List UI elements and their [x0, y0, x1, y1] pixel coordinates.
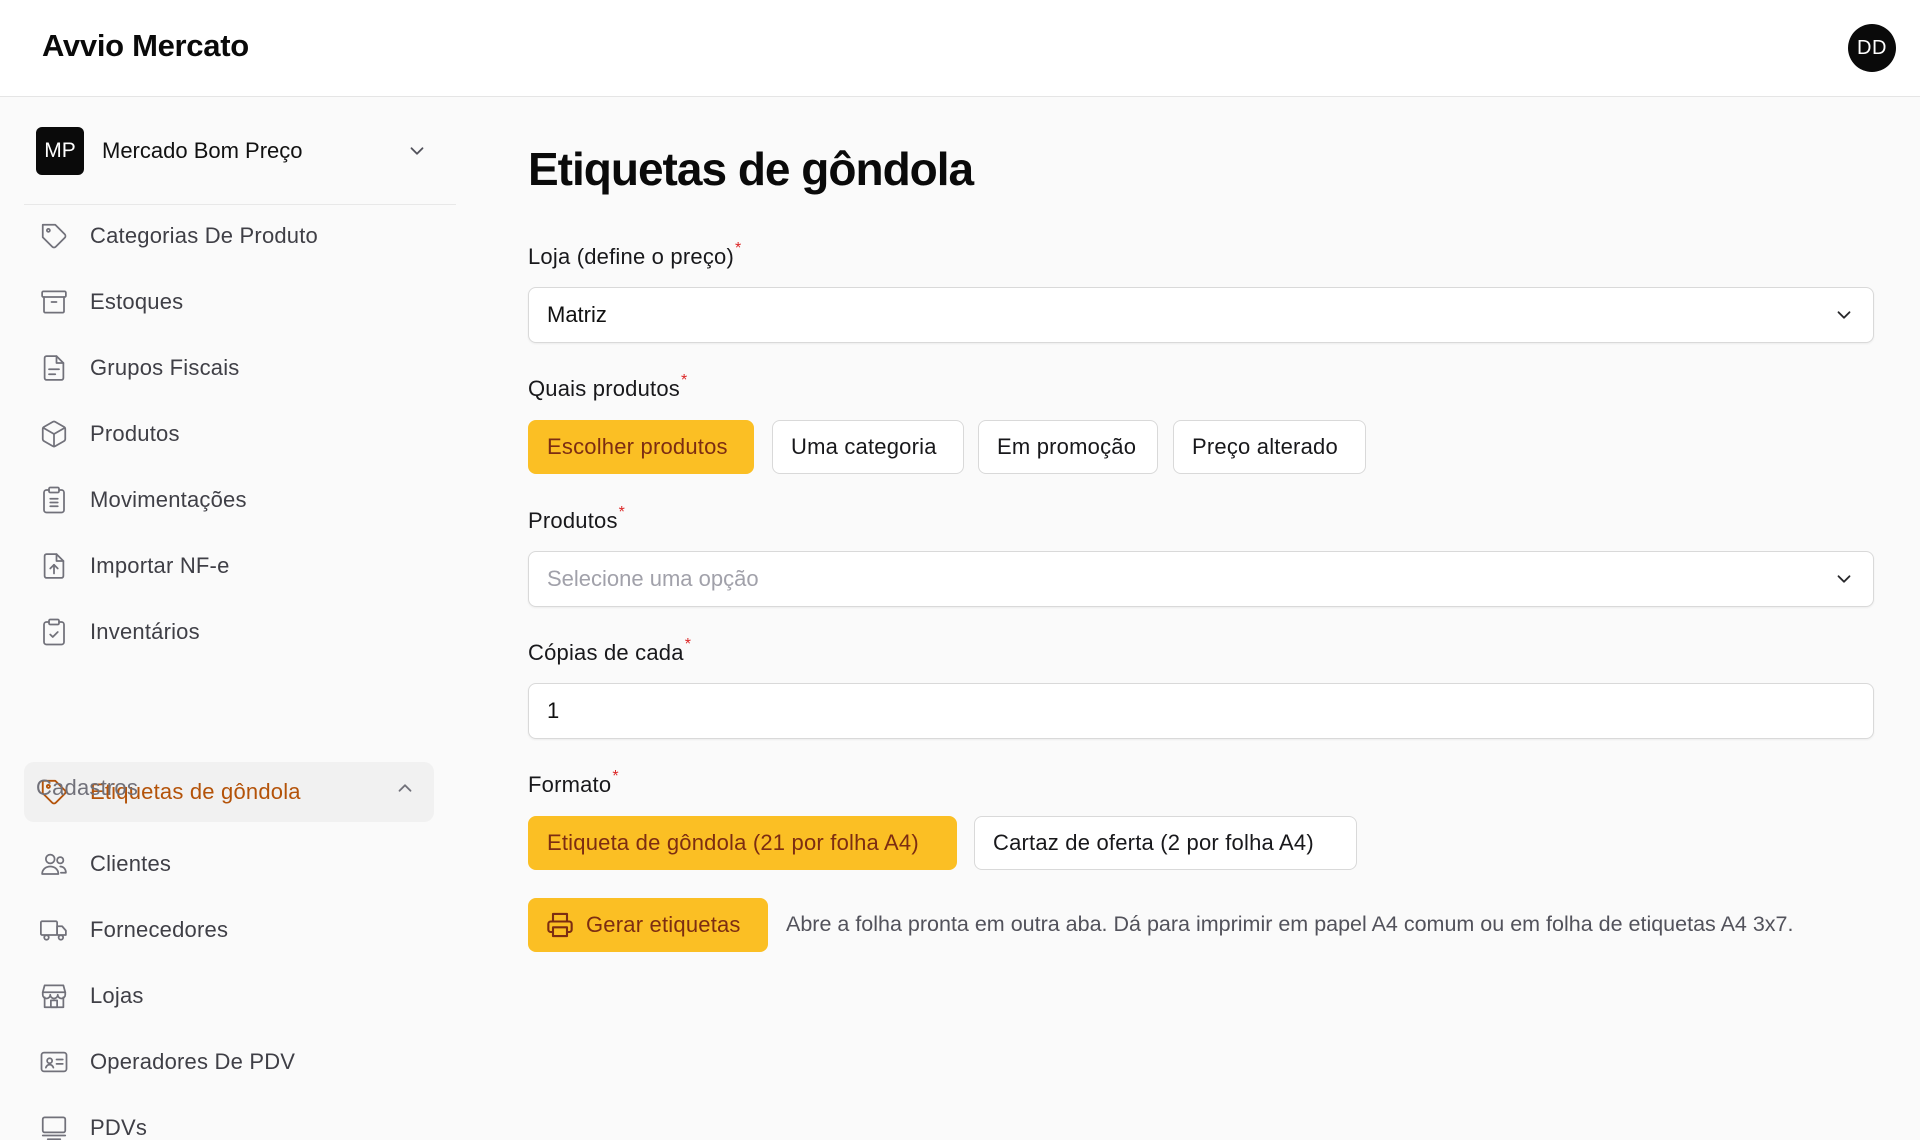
required-mark: * — [681, 372, 688, 389]
sidebar-item-estoques[interactable]: Estoques — [24, 272, 434, 332]
sidebar-item-label: Operadores De PDV — [90, 1049, 296, 1074]
sidebar-item-label: Grupos Fiscais — [90, 355, 240, 380]
chevron-down-icon — [1837, 575, 1851, 583]
required-mark: * — [684, 636, 692, 653]
copies-field-label: Cópias de cada* — [528, 636, 692, 665]
sidebar-item-movimentacoes[interactable]: Movimentações — [24, 470, 434, 530]
top-bar: Avvio Mercato DD — [0, 0, 1920, 97]
archive-icon — [38, 286, 70, 318]
which-products-label: Quais produtos* — [528, 372, 688, 401]
sidebar: MP Mercado Bom Preço Categorias De Produ… — [0, 98, 456, 1140]
sidebar-item-label: PDVs — [90, 1115, 148, 1140]
sidebar-item-label: Movimentações — [90, 487, 247, 512]
products-field-label: Produtos* — [528, 504, 626, 533]
required-mark: * — [618, 504, 626, 521]
sidebar-item-label: Produtos — [90, 421, 180, 446]
document-icon — [38, 352, 70, 384]
store-name: Mercado Bom Preço — [102, 138, 303, 163]
clipboard-check-icon — [38, 616, 70, 648]
chevron-down-icon — [1837, 311, 1851, 319]
truck-icon — [38, 914, 70, 946]
sidebar-item-clientes[interactable]: Clientes — [24, 834, 434, 894]
option-uma-categoria[interactable]: Uma categoria — [772, 420, 964, 474]
sidebar-item-label: Inventários — [90, 619, 200, 644]
id-card-icon — [38, 1046, 70, 1078]
products-select[interactable]: Selecione uma opção — [528, 551, 1874, 607]
clipboard-list-icon — [38, 484, 70, 516]
sidebar-item-label: Categorias De Produto — [90, 223, 318, 248]
required-mark: * — [612, 768, 619, 785]
option-escolher-produtos[interactable]: Escolher produtos — [528, 420, 754, 474]
sidebar-item-categorias-de-produto[interactable]: Categorias De Produto — [24, 206, 434, 266]
sidebar-divider — [24, 204, 456, 205]
sidebar-item-pdvs[interactable]: PDVs — [24, 1098, 434, 1140]
sidebar-item-label: Lojas — [90, 983, 144, 1008]
sidebar-item-lojas[interactable]: Lojas — [24, 966, 434, 1026]
section-header-cadastros[interactable]: Cadastros — [36, 768, 416, 808]
help-text: Abre a folha pronta em outra aba. Dá par… — [786, 912, 1794, 936]
store-icon — [38, 980, 70, 1012]
sidebar-item-operadores-de-pdv[interactable]: Operadores De PDV — [24, 1032, 434, 1092]
users-icon — [38, 848, 70, 880]
required-mark: * — [735, 240, 742, 257]
sidebar-item-label: Estoques — [90, 289, 184, 314]
sidebar-item-produtos[interactable]: Produtos — [24, 404, 434, 464]
monitor-icon — [38, 1112, 70, 1140]
user-avatar[interactable]: DD — [1848, 24, 1896, 72]
products-select-placeholder: Selecione uma opção — [547, 566, 759, 591]
sidebar-item-fornecedores[interactable]: Fornecedores — [24, 900, 434, 960]
store-switcher[interactable]: MP Mercado Bom Preço — [24, 112, 444, 190]
printer-icon — [547, 912, 573, 938]
store-field-label: Loja (define o preço)* — [528, 240, 742, 269]
sidebar-item-importar-nfe[interactable]: Importar NF-e — [24, 536, 434, 596]
file-upload-icon — [38, 550, 70, 582]
option-cartaz-de-oferta[interactable]: Cartaz de oferta (2 por folha A4) — [974, 816, 1357, 870]
page-title: Etiquetas de gôndola — [528, 143, 974, 195]
sidebar-item-label: Clientes — [90, 851, 172, 876]
section-label: Cadastros — [36, 775, 139, 800]
option-em-promocao[interactable]: Em promoção — [978, 420, 1158, 474]
tag-icon — [38, 220, 70, 252]
sidebar-item-grupos-fiscais[interactable]: Grupos Fiscais — [24, 338, 434, 398]
brand-logo[interactable]: Avvio Mercato — [42, 28, 249, 64]
sidebar-item-label: Importar NF-e — [90, 553, 230, 578]
format-field-label: Formato* — [528, 768, 619, 797]
store-avatar: MP — [36, 127, 84, 175]
chevron-up-icon — [398, 784, 412, 792]
chevron-down-icon — [410, 147, 424, 155]
option-etiqueta-de-gondola[interactable]: Etiqueta de gôndola (21 por folha A4) — [528, 816, 957, 870]
copies-input[interactable]: 1 — [528, 683, 1874, 739]
generate-labels-button[interactable]: Gerar etiquetas — [528, 898, 768, 952]
generate-labels-label: Gerar etiquetas — [586, 912, 741, 937]
box-icon — [38, 418, 70, 450]
sidebar-item-label: Fornecedores — [90, 917, 229, 942]
store-select-value: Matriz — [547, 302, 607, 327]
copies-input-value: 1 — [547, 698, 560, 723]
store-select[interactable]: Matriz — [528, 287, 1874, 343]
sidebar-item-inventarios[interactable]: Inventários — [24, 602, 434, 662]
option-preco-alterado[interactable]: Preço alterado — [1173, 420, 1366, 474]
